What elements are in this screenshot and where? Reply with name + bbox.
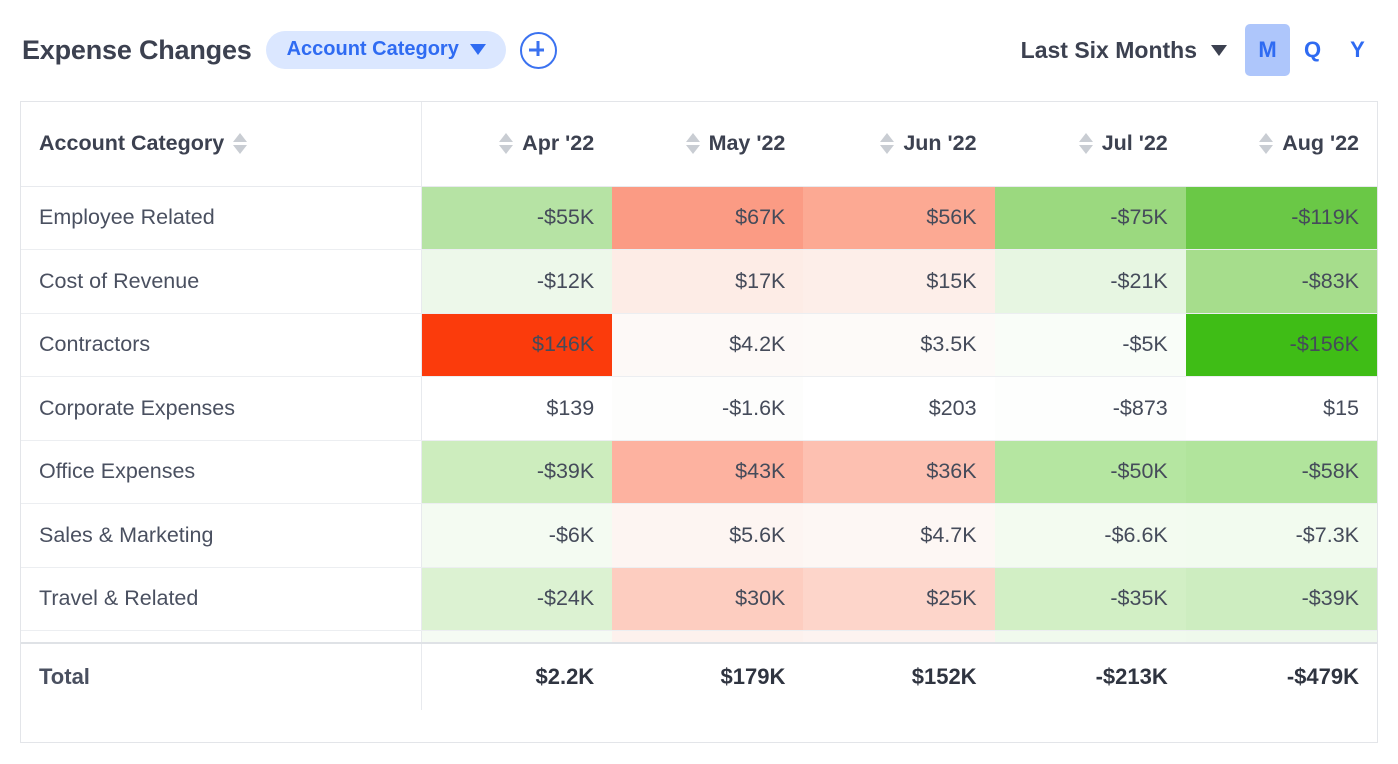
page-title: Expense Changes	[22, 35, 252, 66]
chevron-down-icon	[470, 44, 486, 55]
cell-may-22[interactable]: $4.2K	[612, 313, 803, 377]
column-header-label: Apr '22	[522, 131, 594, 156]
total-cell-apr-22: $2.2K	[421, 643, 612, 710]
table-scroll-area[interactable]: Account Category Apr '22 May '2	[21, 102, 1377, 710]
cell-aug-22[interactable]: -$39K	[1186, 567, 1377, 631]
table-body: Employee Related-$55K$67K$56K-$75K-$119K…	[21, 186, 1377, 694]
table-row[interactable]: Office Expenses-$39K$43K$36K-$50K-$58K	[21, 440, 1377, 504]
cell-jun-22[interactable]: $36K	[803, 440, 994, 504]
sort-icon[interactable]	[880, 133, 894, 154]
column-header-label: Account Category	[39, 131, 224, 156]
total-cell-may-22: $179K	[612, 643, 803, 710]
toolbar: Expense Changes Account Category Last Si…	[0, 0, 1398, 100]
cell-jun-22[interactable]: $25K	[803, 567, 994, 631]
table-header: Account Category Apr '22 May '2	[21, 102, 1377, 186]
dimension-selector[interactable]: Account Category	[266, 31, 506, 69]
cell-jul-22[interactable]: -$21K	[995, 250, 1186, 314]
cell-aug-22[interactable]: -$156K	[1186, 313, 1377, 377]
column-header-label: May '22	[709, 131, 786, 156]
table-row-total: Total $2.2K $179K $152K -$213K -$479K	[21, 643, 1377, 710]
table-grid: Account Category Apr '22 May '2	[21, 102, 1377, 695]
add-dimension-button[interactable]	[520, 32, 557, 69]
cell-aug-22[interactable]: -$83K	[1186, 250, 1377, 314]
table-row[interactable]: Sales & Marketing-$6K$5.6K$4.7K-$6.6K-$7…	[21, 504, 1377, 568]
dimension-selector-label: Account Category	[287, 38, 459, 61]
cell-apr-22[interactable]: $139	[421, 377, 612, 441]
granularity-toggle: M Q Y	[1245, 24, 1380, 76]
sort-icon[interactable]	[499, 133, 513, 154]
cell-aug-22[interactable]: $15	[1186, 377, 1377, 441]
total-label: Total	[21, 643, 421, 710]
sort-icon[interactable]	[1079, 133, 1093, 154]
cell-jul-22[interactable]: -$5K	[995, 313, 1186, 377]
cell-apr-22[interactable]: -$12K	[421, 250, 612, 314]
table-row[interactable]: Corporate Expenses$139-$1.6K$203-$873$15	[21, 377, 1377, 441]
row-label: Contractors	[21, 313, 421, 377]
column-header-aug-22[interactable]: Aug '22	[1186, 102, 1377, 186]
cell-jun-22[interactable]: $4.7K	[803, 504, 994, 568]
cell-jun-22[interactable]: $203	[803, 377, 994, 441]
granularity-option-quarterly[interactable]: Q	[1290, 24, 1335, 76]
table-row[interactable]: Employee Related-$55K$67K$56K-$75K-$119K	[21, 186, 1377, 250]
column-header-jun-22[interactable]: Jun '22	[803, 102, 994, 186]
cell-apr-22[interactable]: $146K	[421, 313, 612, 377]
row-label: Travel & Related	[21, 567, 421, 631]
cell-apr-22[interactable]: -$24K	[421, 567, 612, 631]
row-label: Sales & Marketing	[21, 504, 421, 568]
row-label: Cost of Revenue	[21, 250, 421, 314]
cell-jun-22[interactable]: $3.5K	[803, 313, 994, 377]
cell-jul-22[interactable]: -$35K	[995, 567, 1186, 631]
column-header-account-category[interactable]: Account Category	[21, 102, 421, 186]
chevron-down-icon	[1211, 45, 1227, 56]
cell-may-22[interactable]: $17K	[612, 250, 803, 314]
sort-icon[interactable]	[1259, 133, 1273, 154]
row-label: Employee Related	[21, 186, 421, 250]
table-row[interactable]: Cost of Revenue-$12K$17K$15K-$21K-$83K	[21, 250, 1377, 314]
cell-may-22[interactable]: -$1.6K	[612, 377, 803, 441]
cell-apr-22[interactable]: -$39K	[421, 440, 612, 504]
column-header-label: Jun '22	[903, 131, 976, 156]
date-range-selector[interactable]: Last Six Months	[1021, 37, 1227, 64]
cell-jul-22[interactable]: -$50K	[995, 440, 1186, 504]
cell-jun-22[interactable]: $56K	[803, 186, 994, 250]
total-cell-jul-22: -$213K	[995, 643, 1186, 710]
cell-may-22[interactable]: $43K	[612, 440, 803, 504]
cell-aug-22[interactable]: -$119K	[1186, 186, 1377, 250]
cell-jun-22[interactable]: $15K	[803, 250, 994, 314]
cell-may-22[interactable]: $30K	[612, 567, 803, 631]
table-row[interactable]: Contractors$146K$4.2K$3.5K-$5K-$156K	[21, 313, 1377, 377]
cell-apr-22[interactable]: -$55K	[421, 186, 612, 250]
table-total-footer: Total $2.2K $179K $152K -$213K -$479K	[21, 642, 1377, 710]
toolbar-left: Expense Changes Account Category	[0, 31, 557, 69]
cell-jul-22[interactable]: -$75K	[995, 186, 1186, 250]
cell-apr-22[interactable]: -$6K	[421, 504, 612, 568]
expense-changes-table: Account Category Apr '22 May '2	[20, 101, 1378, 743]
toolbar-right: Last Six Months M Q Y	[1021, 24, 1398, 76]
table-row[interactable]: Travel & Related-$24K$30K$25K-$35K-$39K	[21, 567, 1377, 631]
total-cell-jun-22: $152K	[803, 643, 994, 710]
cell-may-22[interactable]: $5.6K	[612, 504, 803, 568]
column-header-jul-22[interactable]: Jul '22	[995, 102, 1186, 186]
cell-aug-22[interactable]: -$7.3K	[1186, 504, 1377, 568]
total-cell-aug-22: -$479K	[1186, 643, 1377, 710]
cell-may-22[interactable]: $67K	[612, 186, 803, 250]
row-label: Office Expenses	[21, 440, 421, 504]
table-header-row: Account Category Apr '22 May '2	[21, 102, 1377, 186]
column-header-may-22[interactable]: May '22	[612, 102, 803, 186]
column-header-label: Aug '22	[1282, 131, 1359, 156]
sort-icon[interactable]	[233, 133, 247, 154]
cell-jul-22[interactable]: -$873	[995, 377, 1186, 441]
granularity-option-monthly[interactable]: M	[1245, 24, 1290, 76]
date-range-label: Last Six Months	[1021, 37, 1197, 64]
sort-icon[interactable]	[686, 133, 700, 154]
cell-jul-22[interactable]: -$6.6K	[995, 504, 1186, 568]
column-header-label: Jul '22	[1102, 131, 1168, 156]
granularity-option-yearly[interactable]: Y	[1335, 24, 1380, 76]
column-header-apr-22[interactable]: Apr '22	[421, 102, 612, 186]
cell-aug-22[interactable]: -$58K	[1186, 440, 1377, 504]
row-label: Corporate Expenses	[21, 377, 421, 441]
